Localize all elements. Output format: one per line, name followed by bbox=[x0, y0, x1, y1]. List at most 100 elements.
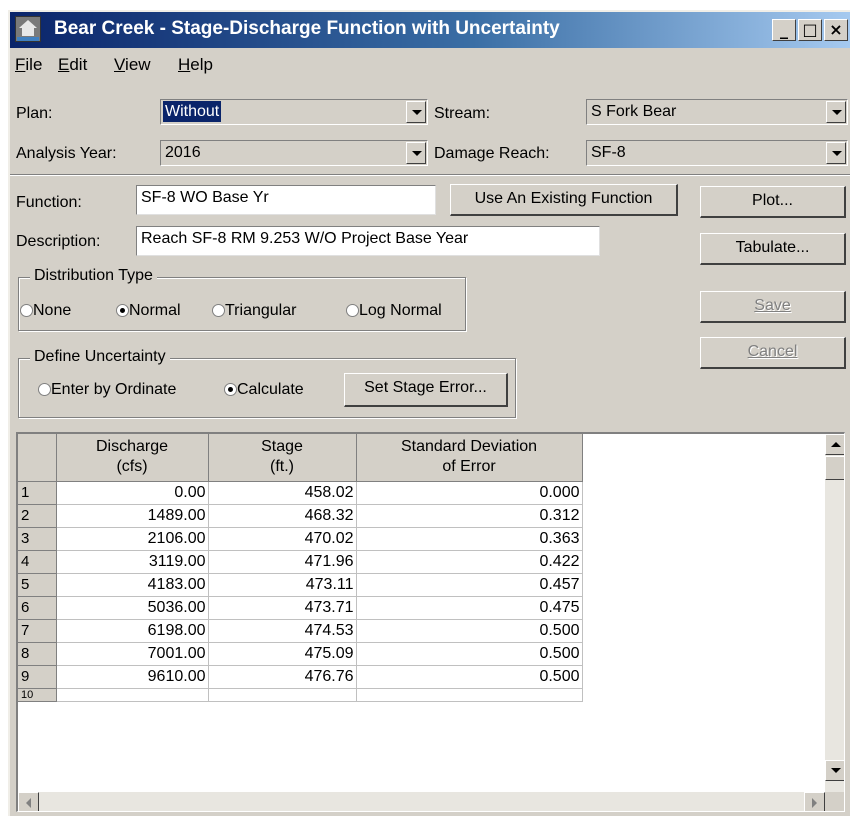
chevron-down-icon[interactable] bbox=[406, 101, 426, 123]
std-dev-cell[interactable]: 0.500 bbox=[356, 619, 583, 643]
table-row[interactable]: 7 6198.00 474.53 0.500 bbox=[18, 619, 583, 643]
table-row[interactable]: 4 3119.00 471.96 0.422 bbox=[18, 550, 583, 574]
stage-cell[interactable]: 471.96 bbox=[208, 550, 357, 574]
chevron-down-icon[interactable] bbox=[826, 101, 846, 123]
table-row[interactable]: 10 bbox=[18, 688, 583, 702]
radio-normal[interactable]: Normal bbox=[116, 302, 181, 320]
discharge-cell[interactable]: 4183.00 bbox=[56, 573, 209, 597]
std-dev-cell[interactable]: 0.422 bbox=[356, 550, 583, 574]
window-title: Bear Creek - Stage-Discharge Function wi… bbox=[54, 18, 560, 39]
save-button[interactable]: Save bbox=[700, 291, 846, 323]
stage-discharge-window: Bear Creek - Stage-Discharge Function wi… bbox=[8, 10, 850, 816]
std-dev-cell[interactable]: 0.457 bbox=[356, 573, 583, 597]
empty-cell[interactable] bbox=[56, 688, 209, 702]
column-header-discharge[interactable]: Discharge (cfs) bbox=[56, 434, 209, 482]
close-button[interactable]: × bbox=[824, 19, 848, 41]
table-row[interactable]: 1 0.00 458.02 0.000 bbox=[18, 481, 583, 505]
table-row[interactable]: 8 7001.00 475.09 0.500 bbox=[18, 642, 583, 666]
discharge-cell[interactable]: 0.00 bbox=[56, 481, 209, 505]
std-dev-cell[interactable]: 0.363 bbox=[356, 527, 583, 551]
row-number[interactable]: 3 bbox=[18, 527, 57, 551]
table-row[interactable]: 5 4183.00 473.11 0.457 bbox=[18, 573, 583, 597]
table-row[interactable]: 6 5036.00 473.71 0.475 bbox=[18, 596, 583, 620]
std-dev-cell[interactable]: 0.500 bbox=[356, 642, 583, 666]
chevron-down-icon[interactable] bbox=[826, 142, 846, 164]
radio-none[interactable]: None bbox=[20, 302, 71, 320]
column-header-stage[interactable]: Stage (ft.) bbox=[208, 434, 357, 482]
function-label: Function: bbox=[16, 194, 82, 211]
cancel-button[interactable]: Cancel bbox=[700, 337, 846, 369]
empty-cell[interactable] bbox=[208, 688, 357, 702]
stage-cell[interactable]: 470.02 bbox=[208, 527, 357, 551]
row-number[interactable]: 10 bbox=[18, 688, 57, 702]
damage-reach-select[interactable]: SF-8 bbox=[586, 140, 848, 166]
menu-view[interactable]: View bbox=[114, 55, 151, 75]
menu-edit[interactable]: Edit bbox=[58, 55, 87, 75]
minimize-button[interactable]: _ bbox=[772, 19, 796, 41]
menu-file[interactable]: File bbox=[15, 55, 42, 75]
radio-icon bbox=[346, 304, 359, 318]
stage-cell[interactable]: 476.76 bbox=[208, 665, 357, 689]
discharge-cell[interactable]: 2106.00 bbox=[56, 527, 209, 551]
radio-calculate[interactable]: Calculate bbox=[224, 381, 304, 399]
app-icon[interactable] bbox=[15, 16, 41, 42]
scroll-up-button[interactable] bbox=[825, 434, 844, 455]
stage-cell[interactable]: 458.02 bbox=[208, 481, 357, 505]
row-number[interactable]: 7 bbox=[18, 619, 57, 643]
description-label: Description: bbox=[16, 233, 101, 250]
row-number[interactable]: 8 bbox=[18, 642, 57, 666]
row-number[interactable]: 2 bbox=[18, 504, 57, 528]
analysis-year-value: 2016 bbox=[165, 144, 201, 161]
menu-help[interactable]: Help bbox=[178, 55, 213, 75]
scroll-right-button[interactable] bbox=[804, 792, 825, 811]
plot-button[interactable]: Plot... bbox=[700, 186, 846, 218]
discharge-cell[interactable]: 6198.00 bbox=[56, 619, 209, 643]
use-existing-function-button[interactable]: Use An Existing Function bbox=[450, 184, 678, 216]
table-row[interactable]: 9 9610.00 476.76 0.500 bbox=[18, 665, 583, 689]
function-name-field[interactable]: SF-8 WO Base Yr bbox=[136, 185, 436, 215]
damage-reach-value: SF-8 bbox=[591, 144, 626, 161]
set-stage-error-button[interactable]: Set Stage Error... bbox=[344, 373, 508, 407]
discharge-cell[interactable]: 1489.00 bbox=[56, 504, 209, 528]
row-number[interactable]: 1 bbox=[18, 481, 57, 505]
maximize-button[interactable]: □ bbox=[798, 19, 822, 41]
stream-select[interactable]: S Fork Bear bbox=[586, 99, 848, 125]
stage-cell[interactable]: 475.09 bbox=[208, 642, 357, 666]
description-field[interactable]: Reach SF-8 RM 9.253 W/O Project Base Yea… bbox=[136, 226, 600, 256]
std-dev-cell[interactable]: 0.000 bbox=[356, 481, 583, 505]
std-dev-cell[interactable]: 0.475 bbox=[356, 596, 583, 620]
row-number[interactable]: 6 bbox=[18, 596, 57, 620]
discharge-cell[interactable]: 9610.00 bbox=[56, 665, 209, 689]
std-dev-cell[interactable]: 0.312 bbox=[356, 504, 583, 528]
radio-enter-by-ordinate[interactable]: Enter by Ordinate bbox=[38, 381, 176, 399]
radio-icon bbox=[20, 304, 33, 318]
chevron-down-icon[interactable] bbox=[406, 142, 426, 164]
table-row[interactable]: 2 1489.00 468.32 0.312 bbox=[18, 504, 583, 528]
tabulate-button[interactable]: Tabulate... bbox=[700, 233, 846, 265]
empty-cell[interactable] bbox=[356, 688, 583, 702]
discharge-cell[interactable]: 5036.00 bbox=[56, 596, 209, 620]
row-number[interactable]: 4 bbox=[18, 550, 57, 574]
scroll-left-button[interactable] bbox=[18, 792, 39, 811]
horizontal-scrollbar[interactable] bbox=[18, 792, 825, 811]
stage-cell[interactable]: 468.32 bbox=[208, 504, 357, 528]
stage-cell[interactable]: 473.71 bbox=[208, 596, 357, 620]
stage-cell[interactable]: 473.11 bbox=[208, 573, 357, 597]
analysis-year-select[interactable]: 2016 bbox=[160, 140, 428, 166]
radio-log-normal[interactable]: Log Normal bbox=[346, 302, 442, 320]
title-bar[interactable]: Bear Creek - Stage-Discharge Function wi… bbox=[10, 12, 850, 48]
scroll-thumb[interactable] bbox=[825, 456, 844, 480]
vertical-scrollbar[interactable] bbox=[825, 434, 844, 792]
discharge-cell[interactable]: 7001.00 bbox=[56, 642, 209, 666]
scroll-down-button[interactable] bbox=[825, 760, 844, 781]
damage-reach-label: Damage Reach: bbox=[434, 145, 550, 162]
table-row[interactable]: 3 2106.00 470.02 0.363 bbox=[18, 527, 583, 551]
row-number[interactable]: 5 bbox=[18, 573, 57, 597]
discharge-cell[interactable]: 3119.00 bbox=[56, 550, 209, 574]
stage-cell[interactable]: 474.53 bbox=[208, 619, 357, 643]
std-dev-cell[interactable]: 0.500 bbox=[356, 665, 583, 689]
column-header-std-dev[interactable]: Standard Deviation of Error bbox=[356, 434, 583, 482]
radio-triangular[interactable]: Triangular bbox=[212, 302, 296, 320]
plan-select[interactable]: Without bbox=[160, 99, 428, 125]
row-number[interactable]: 9 bbox=[18, 665, 57, 689]
